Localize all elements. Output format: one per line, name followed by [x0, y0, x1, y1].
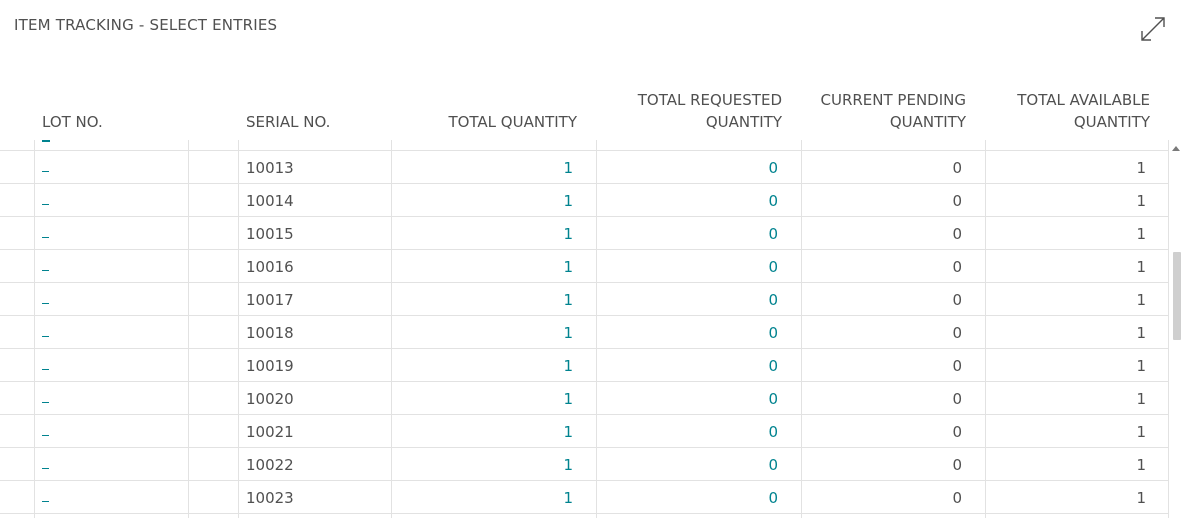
total-quantity-cell[interactable]: 1 [563, 151, 573, 184]
total-quantity-cell[interactable]: 1 [563, 184, 573, 217]
total-available-quantity-cell: 1 [1136, 291, 1146, 309]
lot-no-link[interactable]: _ [42, 349, 49, 370]
column-header-line: CURRENT PENDING [820, 91, 967, 109]
total-requested-quantity-cell[interactable]: 0 [768, 448, 778, 481]
total-requested-quantity-cell[interactable]: 0 [768, 382, 778, 415]
total-available-quantity-cell: 1 [1136, 390, 1146, 408]
table-row[interactable]: _ 10023 1 0 0 1 [0, 481, 1168, 514]
current-pending-quantity-cell: 0 [952, 423, 962, 441]
total-available-quantity-cell: 1 [1136, 324, 1146, 342]
table-row[interactable]: _ 10019 1 0 0 1 [0, 349, 1168, 382]
lot-no-cell[interactable]: _ [42, 448, 62, 481]
current-pending-quantity-cell: 0 [952, 258, 962, 276]
lot-no-link[interactable]: _ [42, 250, 49, 271]
table-row[interactable]: _ 10018 1 0 0 1 [0, 316, 1168, 349]
lot-no-link[interactable]: _ [42, 316, 49, 337]
serial-no-cell: 10022 [246, 456, 294, 474]
total-quantity-cell[interactable]: 1 [563, 481, 573, 514]
expand-icon[interactable] [1139, 15, 1167, 43]
serial-no-cell: 10018 [246, 324, 294, 342]
lot-no-link[interactable]: _ [42, 481, 49, 502]
total-available-quantity-cell: 1 [1136, 192, 1146, 210]
total-quantity-cell[interactable]: 1 [563, 382, 573, 415]
serial-no-cell: 10019 [246, 357, 294, 375]
table-row[interactable]: _ 10021 1 0 0 1 [0, 415, 1168, 448]
lot-no-link[interactable]: _ [42, 283, 49, 304]
total-requested-quantity-cell[interactable]: 0 [768, 184, 778, 217]
table-row[interactable]: _ 10020 1 0 0 1 [0, 382, 1168, 415]
total-available-quantity-cell: 1 [1136, 489, 1146, 507]
serial-no-cell: 10015 [246, 225, 294, 243]
total-quantity-cell[interactable]: 1 [563, 448, 573, 481]
serial-no-cell: 10023 [246, 489, 294, 507]
serial-no-cell: 10013 [246, 159, 294, 177]
total-quantity-cell[interactable]: 1 [563, 316, 573, 349]
total-requested-quantity-cell[interactable]: 0 [768, 217, 778, 250]
lot-no-link[interactable]: _ [42, 382, 49, 403]
lot-no-link[interactable]: _ [42, 448, 49, 469]
current-pending-quantity-cell: 0 [952, 324, 962, 342]
table-row[interactable]: _ 10017 1 0 0 1 [0, 283, 1168, 316]
partial-row [0, 118, 1168, 151]
serial-no-cell: 10017 [246, 291, 294, 309]
total-quantity-cell[interactable]: 1 [563, 250, 573, 283]
total-available-quantity-cell: 1 [1136, 423, 1146, 441]
total-available-quantity-cell: 1 [1136, 258, 1146, 276]
lot-no-link[interactable]: _ [42, 415, 49, 436]
table-row[interactable]: _ 10013 1 0 0 1 [0, 151, 1168, 184]
lot-no-link[interactable]: _ [42, 217, 49, 238]
lot-no-cell[interactable]: _ [42, 415, 62, 448]
lot-no-cell[interactable]: _ [42, 382, 62, 415]
current-pending-quantity-cell: 0 [952, 225, 962, 243]
current-pending-quantity-cell: 0 [952, 192, 962, 210]
total-available-quantity-cell: 1 [1136, 357, 1146, 375]
current-pending-quantity-cell: 0 [952, 489, 962, 507]
column-header-line: TOTAL AVAILABLE [1017, 91, 1150, 109]
table-row[interactable]: _ 10022 1 0 0 1 [0, 448, 1168, 481]
lot-no-cell[interactable]: _ [42, 316, 62, 349]
lot-no-cell[interactable]: _ [42, 151, 62, 184]
table-row[interactable]: _ 10014 1 0 0 1 [0, 184, 1168, 217]
total-requested-quantity-cell[interactable]: 0 [768, 151, 778, 184]
total-quantity-cell[interactable]: 1 [563, 283, 573, 316]
lot-no-link[interactable]: _ [42, 184, 49, 205]
total-available-quantity-cell: 1 [1136, 456, 1146, 474]
column-divider [1168, 140, 1169, 518]
table-row[interactable]: _ 10015 1 0 0 1 [0, 217, 1168, 250]
total-requested-quantity-cell[interactable]: 0 [768, 415, 778, 448]
lot-link-partial [42, 140, 50, 142]
total-available-quantity-cell: 1 [1136, 159, 1146, 177]
current-pending-quantity-cell: 0 [952, 159, 962, 177]
current-pending-quantity-cell: 0 [952, 357, 962, 375]
serial-no-cell: 10020 [246, 390, 294, 408]
total-available-quantity-cell: 1 [1136, 225, 1146, 243]
page-title: ITEM TRACKING - SELECT ENTRIES [14, 16, 278, 34]
current-pending-quantity-cell: 0 [952, 456, 962, 474]
total-quantity-cell[interactable]: 1 [563, 217, 573, 250]
lot-no-cell[interactable]: _ [42, 217, 62, 250]
scroll-up-arrow-icon[interactable] [1172, 146, 1180, 151]
total-requested-quantity-cell[interactable]: 0 [768, 250, 778, 283]
lot-no-cell[interactable]: _ [42, 283, 62, 316]
lot-no-cell[interactable]: _ [42, 184, 62, 217]
total-quantity-cell[interactable]: 1 [563, 415, 573, 448]
total-requested-quantity-cell[interactable]: 0 [768, 349, 778, 382]
total-requested-quantity-cell[interactable]: 0 [768, 283, 778, 316]
current-pending-quantity-cell: 0 [952, 390, 962, 408]
table-row[interactable]: _ 10016 1 0 0 1 [0, 250, 1168, 283]
lot-no-cell[interactable]: _ [42, 349, 62, 382]
serial-no-cell: 10016 [246, 258, 294, 276]
serial-no-cell: 10014 [246, 192, 294, 210]
total-requested-quantity-cell[interactable]: 0 [768, 316, 778, 349]
lot-no-cell[interactable]: _ [42, 481, 62, 514]
lot-no-cell[interactable]: _ [42, 250, 62, 283]
serial-no-cell: 10021 [246, 423, 294, 441]
current-pending-quantity-cell: 0 [952, 291, 962, 309]
total-quantity-cell[interactable]: 1 [563, 349, 573, 382]
scrollbar-thumb[interactable] [1173, 252, 1181, 340]
column-header-line: TOTAL REQUESTED [637, 91, 782, 109]
total-requested-quantity-cell[interactable]: 0 [768, 481, 778, 514]
lot-no-link[interactable]: _ [42, 151, 49, 172]
